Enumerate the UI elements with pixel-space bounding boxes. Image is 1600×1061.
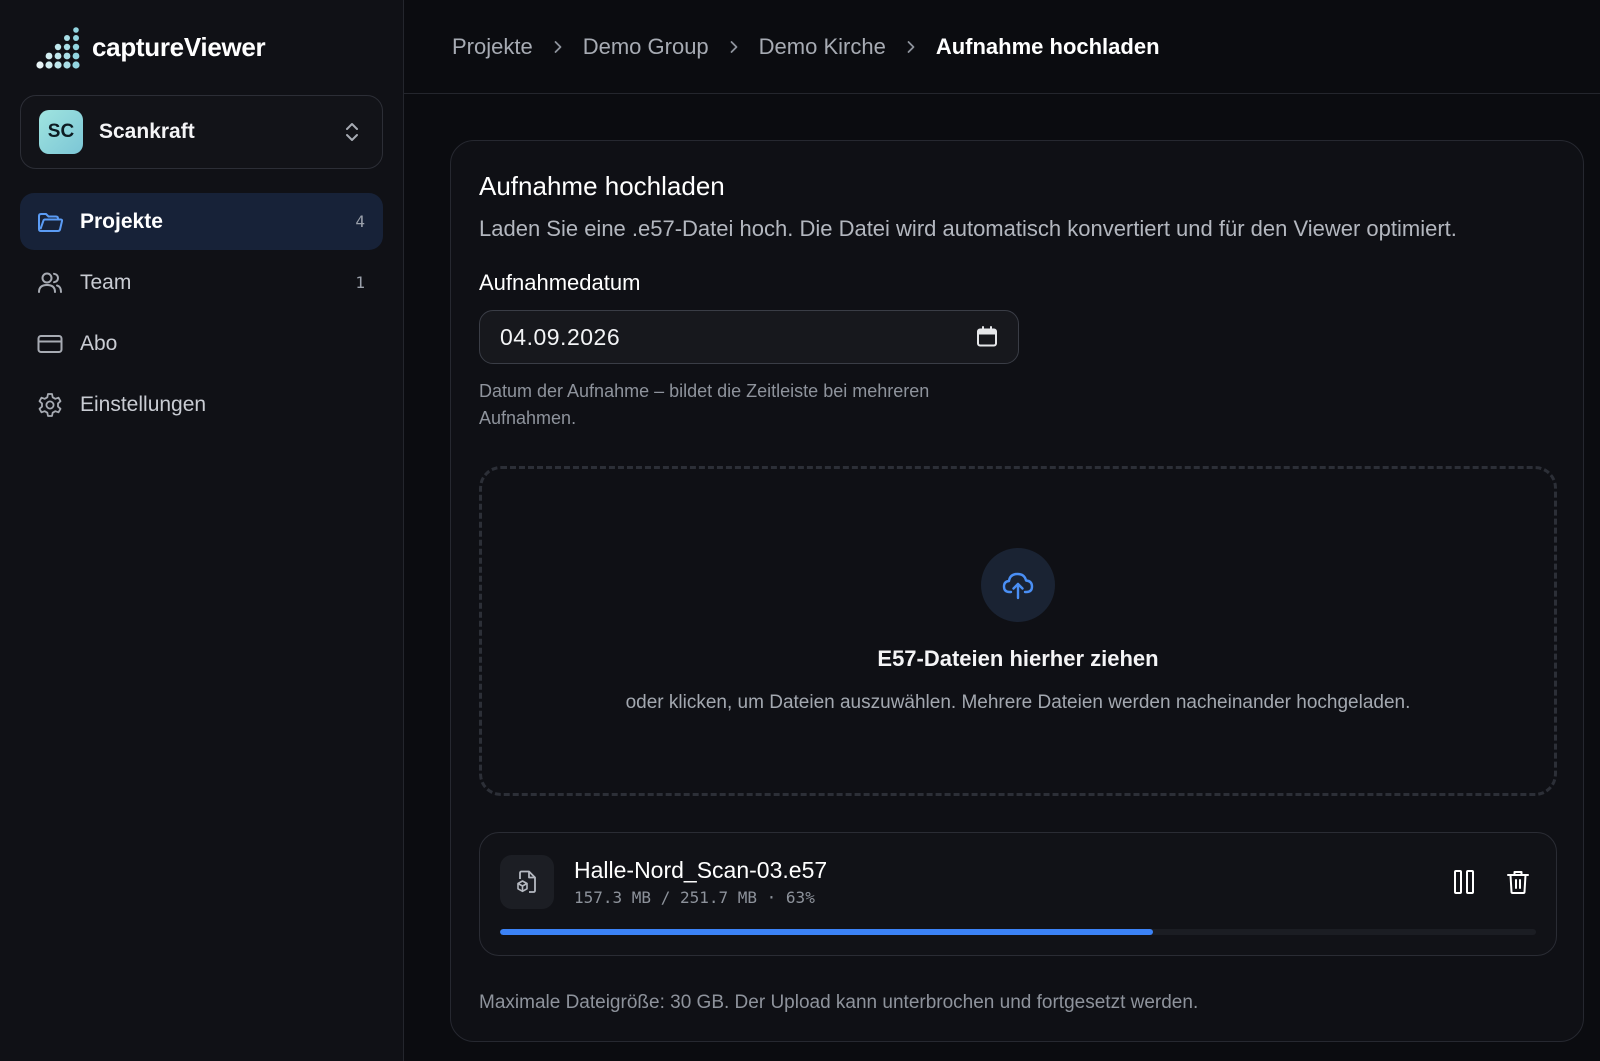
app-root: captureViewer SC Scankraft Projekte 4 Te… — [0, 0, 1600, 1061]
calendar-icon[interactable] — [976, 326, 998, 348]
main-area: Projekte Demo Group Demo Kirche Aufnahme… — [404, 0, 1600, 1061]
sidebar-item-label: Abo — [80, 331, 118, 355]
chevron-right-icon — [730, 40, 738, 53]
cloud-upload-icon — [1002, 572, 1034, 600]
breadcrumb: Projekte Demo Group Demo Kirche Aufnahme… — [404, 0, 1600, 94]
date-input[interactable]: 04.09.2026 — [479, 310, 1019, 364]
card-title: Aufnahme hochladen — [479, 171, 725, 201]
sidebar-item-count: 1 — [355, 273, 365, 292]
file-icon-wrap — [500, 855, 554, 909]
upload-actions — [1448, 866, 1534, 898]
breadcrumb-item-demo-group[interactable]: Demo Group — [583, 34, 709, 60]
dropzone-title: E57-Dateien hierher ziehen — [877, 646, 1159, 671]
breadcrumb-current: Aufnahme hochladen — [935, 33, 1160, 59]
sidebar-item-label: Einstellungen — [80, 392, 207, 416]
chevron-right-icon — [907, 40, 915, 53]
trash-icon — [1507, 871, 1529, 894]
sidebar-item-label: Projekte — [80, 209, 163, 233]
date-field-label: Aufnahmedatum — [479, 270, 641, 295]
chevron-up-down-icon — [346, 123, 358, 141]
file-dropzone[interactable]: E57-Dateien hierher ziehen oder klicken,… — [479, 466, 1557, 796]
credit-card-icon — [36, 330, 64, 358]
sidebar-item-projekte[interactable]: Projekte 4 — [20, 193, 383, 250]
gear-icon — [36, 391, 64, 419]
card-description: Laden Sie eine .e57-Datei hoch. Die Date… — [479, 216, 1457, 241]
sidebar-item-abo[interactable]: Abo — [20, 315, 383, 372]
workspace-avatar: SC — [39, 110, 83, 154]
sidebar: captureViewer SC Scankraft Projekte 4 Te… — [0, 0, 404, 1061]
upload-progress-fill — [500, 929, 1153, 935]
workspace-switcher[interactable]: SC Scankraft — [20, 95, 383, 169]
folder-icon — [36, 208, 64, 236]
file-name: Halle-Nord_Scan-03.e57 — [574, 857, 828, 883]
date-field-hint: Datum der Aufnahme – bildet die Zeitleis… — [479, 381, 930, 428]
upload-card: Aufnahme hochladen Laden Sie eine .e57-D… — [450, 140, 1584, 1042]
content: Aufnahme hochladen Laden Sie eine .e57-D… — [404, 94, 1600, 1042]
logo-icon — [36, 26, 80, 69]
sidebar-item-team[interactable]: Team 1 — [20, 254, 383, 311]
file-meta: Halle-Nord_Scan-03.e57 157.3 MB / 251.7 … — [574, 857, 1428, 907]
pause-button[interactable] — [1448, 866, 1480, 898]
file-3d-icon — [517, 870, 536, 893]
app-name: captureViewer — [92, 32, 266, 62]
file-progress-text: 157.3 MB / 251.7 MB · 63% — [574, 888, 815, 907]
breadcrumb-item-projekte[interactable]: Projekte — [452, 34, 533, 60]
dropzone-subtitle: oder klicken, um Dateien auszuwählen. Me… — [625, 692, 1411, 713]
date-input-value: 04.09.2026 — [500, 323, 621, 350]
sidebar-item-count: 4 — [355, 212, 365, 231]
upload-icon-wrap — [981, 548, 1055, 622]
upload-footer-note: Maximale Dateigröße: 30 GB. Der Upload k… — [479, 992, 1199, 1013]
sidebar-nav: Projekte 4 Team 1 Abo Einstellungen — [20, 193, 383, 433]
sidebar-item-label: Team — [80, 270, 132, 294]
upload-item: Halle-Nord_Scan-03.e57 157.3 MB / 251.7 … — [479, 832, 1557, 956]
breadcrumb-item-demo-kirche[interactable]: Demo Kirche — [759, 34, 886, 60]
pause-icon — [1454, 870, 1474, 894]
users-icon — [36, 269, 64, 297]
delete-button[interactable] — [1502, 866, 1534, 898]
upload-progress-bar — [500, 929, 1536, 935]
sidebar-item-einstellungen[interactable]: Einstellungen — [20, 376, 383, 433]
brand[interactable]: captureViewer — [20, 0, 383, 95]
chevron-right-icon — [554, 40, 562, 53]
workspace-name: Scankraft — [99, 120, 195, 143]
